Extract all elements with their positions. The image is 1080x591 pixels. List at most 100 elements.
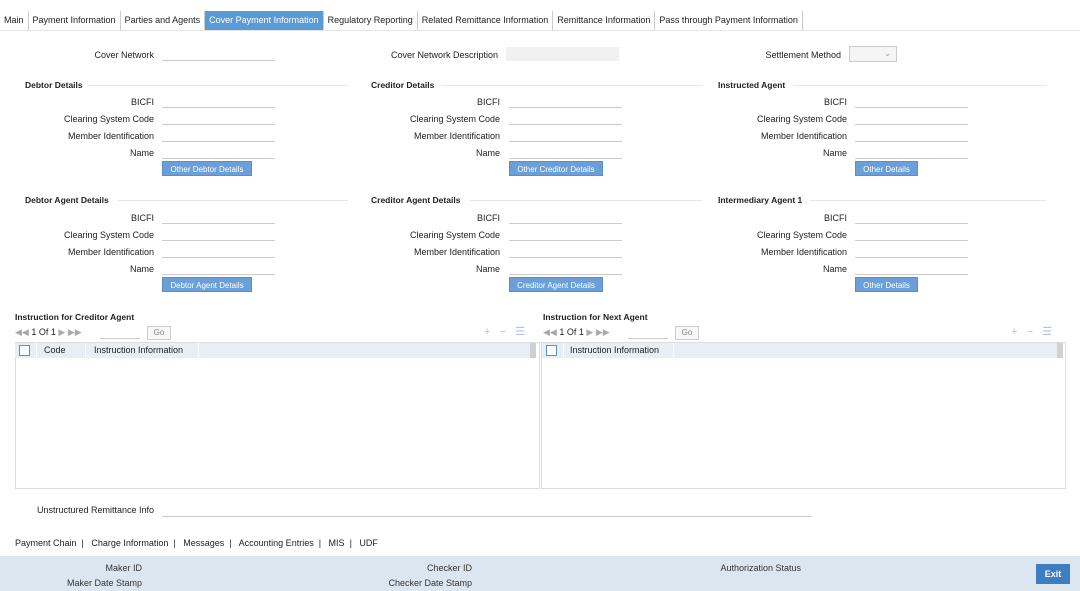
tab-main[interactable]: Main (0, 11, 29, 30)
instructed-agent-bicfi-field[interactable] (855, 94, 968, 108)
creditor-member-label: Member Identification (413, 131, 500, 141)
next-agent-go-button[interactable]: Go (675, 326, 699, 340)
tab-pass-through-payment-information[interactable]: Pass through Payment Information (655, 11, 803, 30)
debtor-bicfi-label: BICFI (130, 97, 154, 107)
next-agent-grid (541, 342, 1066, 489)
debtor-name-field[interactable] (162, 145, 275, 159)
intermediary-agent-member-label: Member Identification (760, 247, 847, 257)
creditor-agent-grid-tools: + − ☰ (484, 325, 525, 338)
checker-date-stamp-label: Checker Date Stamp (388, 578, 472, 588)
messages-link[interactable]: Messages (183, 538, 224, 548)
creditor-agent-bicfi-field[interactable] (509, 210, 622, 224)
other-creditor-details-button[interactable]: Other Creditor Details (509, 161, 603, 176)
payment-chain-link[interactable]: Payment Chain (15, 538, 77, 548)
column-header-code: Code (44, 345, 66, 355)
settlement-method-label: Settlement Method (765, 50, 841, 60)
creditor-agent-name-label: Name (475, 264, 500, 274)
creditor-clearing-field[interactable] (509, 111, 622, 125)
accounting-entries-link[interactable]: Accounting Entries (239, 538, 314, 548)
settlement-method-select[interactable]: ⌄ (849, 46, 897, 62)
creditor-agent-page-input[interactable] (100, 325, 140, 339)
add-row-icon[interactable]: + (484, 326, 490, 338)
select-all-checkbox[interactable] (546, 345, 557, 356)
next-page-icon[interactable]: ▶ (58, 327, 65, 337)
tab-parties-and-agents[interactable]: Parties and Agents (121, 11, 206, 30)
exit-button[interactable]: Exit (1036, 564, 1070, 584)
intermediary-agent-clearing-label: Clearing System Code (756, 230, 847, 240)
intermediary-agent-bicfi-field[interactable] (855, 210, 968, 224)
delete-row-icon[interactable]: − (500, 326, 506, 338)
last-page-icon[interactable]: ▶▶ (596, 327, 610, 337)
intermediary-agent-name-field[interactable] (855, 261, 968, 275)
other-debtor-details-button[interactable]: Other Debtor Details (162, 161, 252, 176)
creditor-agent-name-field[interactable] (509, 261, 622, 275)
tab-related-remittance-information[interactable]: Related Remittance Information (418, 11, 554, 30)
next-agent-grid-tools: + − ☰ (1011, 325, 1052, 338)
tab-payment-information[interactable]: Payment Information (29, 11, 121, 30)
first-page-icon[interactable]: ◀◀ (15, 327, 29, 337)
last-page-icon[interactable]: ▶▶ (68, 327, 82, 337)
creditor-agent-member-field[interactable] (509, 244, 622, 258)
debtor-agent-clearing-field[interactable] (162, 227, 275, 241)
udf-link[interactable]: UDF (359, 538, 378, 548)
column-divider (198, 343, 199, 358)
first-page-icon[interactable]: ◀◀ (543, 327, 557, 337)
section-divider (88, 85, 348, 86)
instructed-agent-clearing-field[interactable] (855, 111, 968, 125)
debtor-agent-details-button[interactable]: Debtor Agent Details (162, 277, 252, 292)
debtor-agent-bicfi-label: BICFI (130, 213, 154, 223)
debtor-bicfi-field[interactable] (162, 94, 275, 108)
debtor-agent-member-field[interactable] (162, 244, 275, 258)
tab-remittance-information[interactable]: Remittance Information (553, 11, 656, 30)
debtor-member-field[interactable] (162, 128, 275, 142)
intermediary-agent-other-details-button[interactable]: Other Details (855, 277, 918, 292)
instructed-agent-clearing-label: Clearing System Code (756, 114, 847, 124)
section-divider (794, 85, 1046, 86)
unstructured-remittance-field[interactable] (162, 503, 812, 517)
debtor-clearing-field[interactable] (162, 111, 275, 125)
creditor-agent-clearing-field[interactable] (509, 227, 622, 241)
intermediary-agent-member-field[interactable] (855, 244, 968, 258)
creditor-member-field[interactable] (509, 128, 622, 142)
creditor-agent-bicfi-label: BICFI (476, 213, 500, 223)
creditor-agent-details-button[interactable]: Creditor Agent Details (509, 277, 603, 292)
instructed-agent-name-label: Name (822, 148, 847, 158)
tab-cover-payment-information[interactable]: Cover Payment Information (205, 11, 324, 30)
next-agent-grid-scrollbar[interactable] (1057, 343, 1063, 358)
creditor-bicfi-field[interactable] (509, 94, 622, 108)
page-indicator: 1 Of 1 (559, 327, 584, 337)
section-divider (442, 85, 702, 86)
column-divider (563, 343, 564, 358)
cover-network-field[interactable] (162, 47, 275, 61)
add-row-icon[interactable]: + (1011, 326, 1017, 338)
creditor-agent-go-button[interactable]: Go (147, 326, 171, 340)
next-agent-pager: ◀◀ 1 Of 1 ▶ ▶▶ (543, 327, 610, 338)
intermediary-agent-clearing-field[interactable] (855, 227, 968, 241)
intermediary-agent-heading: Intermediary Agent 1 (718, 195, 803, 205)
select-all-checkbox[interactable] (19, 345, 30, 356)
debtor-clearing-label: Clearing System Code (63, 114, 154, 124)
mis-link[interactable]: MIS (329, 538, 345, 548)
instruction-creditor-agent-title: Instruction for Creditor Agent (15, 312, 135, 322)
next-agent-page-input[interactable] (628, 325, 668, 339)
delete-row-icon[interactable]: − (1027, 326, 1033, 338)
creditor-agent-member-label: Member Identification (413, 247, 500, 257)
debtor-agent-details-heading: Debtor Agent Details (25, 195, 109, 205)
list-view-icon[interactable]: ☰ (1042, 326, 1052, 338)
intermediary-agent-name-label: Name (822, 264, 847, 274)
instructed-agent-member-field[interactable] (855, 128, 968, 142)
creditor-name-field[interactable] (509, 145, 622, 159)
debtor-agent-bicfi-field[interactable] (162, 210, 275, 224)
creditor-agent-grid-scrollbar[interactable] (530, 343, 536, 358)
list-view-icon[interactable]: ☰ (515, 326, 525, 338)
tab-regulatory-reporting[interactable]: Regulatory Reporting (324, 11, 418, 30)
instructed-agent-other-details-button[interactable]: Other Details (855, 161, 918, 176)
charge-information-link[interactable]: Charge Information (91, 538, 168, 548)
instructed-agent-name-field[interactable] (855, 145, 968, 159)
instruction-next-agent-title: Instruction for Next Agent (543, 312, 648, 322)
section-divider (118, 200, 348, 201)
debtor-agent-member-label: Member Identification (67, 247, 154, 257)
next-page-icon[interactable]: ▶ (586, 327, 593, 337)
creditor-agent-clearing-label: Clearing System Code (409, 230, 500, 240)
debtor-agent-name-field[interactable] (162, 261, 275, 275)
